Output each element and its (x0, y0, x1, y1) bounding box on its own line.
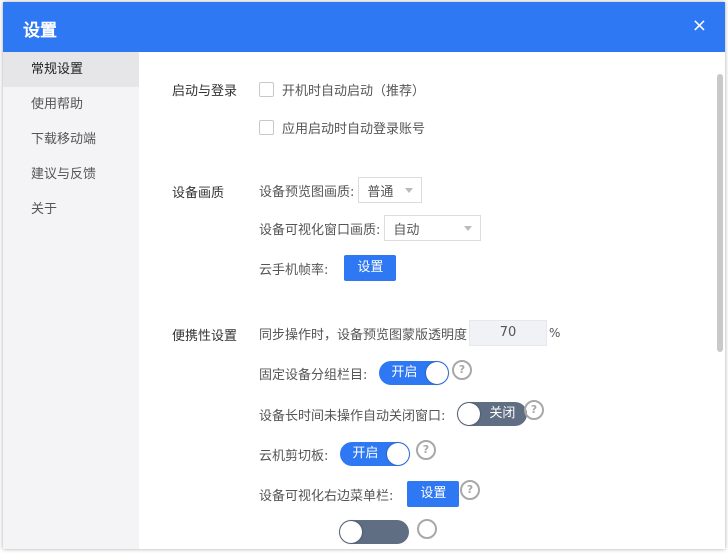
auto-login-label: 应用启动时自动登录账号 (282, 122, 426, 137)
auto-login-row[interactable]: 应用启动时自动登录账号 (259, 118, 425, 137)
clipboard-state: 开启 (352, 446, 379, 461)
visual-window-quality-value: 自动 (393, 222, 420, 238)
scrollbar[interactable] (717, 74, 723, 549)
auto-login-checkbox[interactable] (259, 120, 274, 135)
section-label-startup: 启动与登录 (172, 84, 238, 99)
section-label-convenience: 便携性设置 (172, 329, 238, 344)
frame-rate-row: 云手机帧率: 设置 (259, 255, 397, 281)
frame-rate-label: 云手机帧率: (259, 262, 329, 278)
auto-close-state: 关闭 (489, 406, 516, 421)
visual-window-quality-label: 设备可视化窗口画质: (259, 222, 381, 238)
toggle-knob (458, 403, 481, 425)
toggle-knob (426, 362, 449, 384)
title-bar: 设置 × (3, 2, 725, 52)
sidebar-item-general[interactable]: 常规设置 (3, 52, 139, 87)
help-icon[interactable]: ? (460, 480, 480, 500)
auto-start-checkbox[interactable] (259, 82, 274, 97)
settings-window: 设置 × 常规设置 使用帮助 下载移动端 建议与反馈 关于 启动与登录 开机时自… (3, 2, 725, 549)
sync-opacity-row: 同步操作时，设备预览图蒙版透明度 70 % (259, 320, 560, 346)
help-icon[interactable] (417, 519, 437, 539)
sync-opacity-input[interactable]: 70 (469, 320, 548, 346)
window-title: 设置 (23, 21, 57, 41)
partial-toggle[interactable] (339, 520, 409, 544)
sidebar-item-about[interactable]: 关于 (3, 192, 139, 227)
preview-quality-select[interactable]: 普通 (358, 177, 423, 203)
sidebar-item-help[interactable]: 使用帮助 (3, 87, 139, 122)
chevron-down-icon (405, 187, 414, 193)
auto-close-label: 设备长时间未操作自动关闭窗口: (259, 408, 446, 424)
help-icon[interactable]: ? (524, 400, 544, 420)
toggle-knob (340, 521, 362, 543)
visual-window-quality-row: 设备可视化窗口画质: 自动 (259, 215, 482, 241)
right-menu-settings-button[interactable]: 设置 (407, 481, 460, 507)
clipboard-toggle[interactable]: 开启 (340, 442, 411, 466)
fix-group-bar-row: 固定设备分组栏目: 开启 (259, 361, 450, 385)
preview-quality-label: 设备预览图画质: (259, 184, 355, 200)
settings-content: 启动与登录 开机时自动启动（推荐） 应用启动时自动登录账号 设备画质 设备预览图… (139, 52, 725, 549)
right-menu-label: 设备可视化右边菜单栏: (259, 488, 394, 504)
sync-opacity-label: 同步操作时，设备预览图蒙版透明度 (259, 327, 468, 343)
visual-window-quality-select[interactable]: 自动 (384, 215, 482, 241)
toggle-knob (387, 443, 410, 465)
preview-quality-value: 普通 (367, 184, 394, 200)
auto-start-row[interactable]: 开机时自动启动（推荐） (259, 80, 425, 99)
auto-start-label: 开机时自动启动（推荐） (282, 84, 426, 99)
scrollbar-thumb[interactable] (717, 74, 723, 352)
preview-quality-row: 设备预览图画质: 普通 (259, 177, 423, 203)
frame-rate-settings-button[interactable]: 设置 (344, 255, 397, 281)
help-icon[interactable]: ? (452, 360, 472, 380)
sidebar: 常规设置 使用帮助 下载移动端 建议与反馈 关于 (3, 52, 139, 549)
fix-group-bar-toggle[interactable]: 开启 (379, 361, 450, 385)
chevron-down-icon (464, 225, 473, 231)
help-icon[interactable]: ? (416, 440, 436, 460)
clipboard-label: 云机剪切板: (259, 448, 329, 464)
sidebar-item-download-mobile[interactable]: 下载移动端 (3, 122, 139, 157)
auto-close-row: 设备长时间未操作自动关闭窗口: 关闭 (259, 402, 528, 426)
section-label-quality: 设备画质 (172, 186, 225, 201)
close-icon[interactable]: × (692, 15, 707, 37)
right-menu-row: 设备可视化右边菜单栏: 设置 (259, 481, 460, 507)
fix-group-bar-label: 固定设备分组栏目: (259, 367, 368, 383)
sidebar-item-feedback[interactable]: 建议与反馈 (3, 157, 139, 192)
clipboard-row: 云机剪切板: 开启 (259, 442, 411, 466)
auto-close-toggle[interactable]: 关闭 (457, 402, 528, 426)
fix-group-bar-state: 开启 (391, 365, 418, 380)
sync-opacity-unit: % (549, 326, 561, 340)
